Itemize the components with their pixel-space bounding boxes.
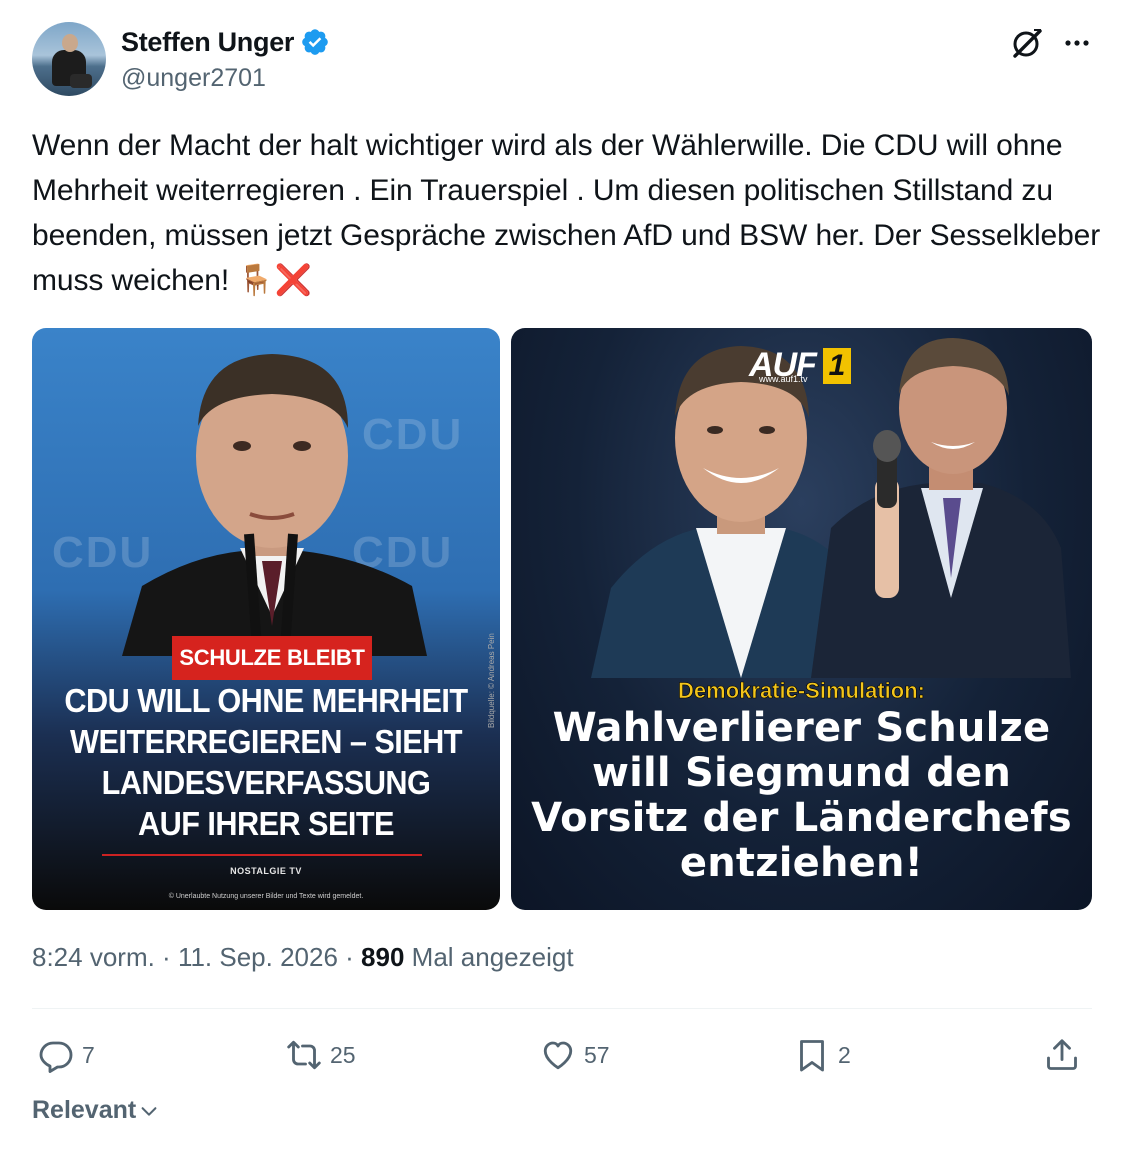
action-bar: 7 25 57 2 (32, 1030, 1092, 1080)
tweet-meta: 8:24 vorm. · 11. Sep. 2026 · 890 Mal ang… (32, 942, 574, 973)
views-label: Mal angezeigt (404, 942, 574, 972)
repost-button[interactable]: 25 (286, 1030, 356, 1080)
reply-count: 7 (82, 1041, 95, 1068)
bookmark-icon (800, 1040, 824, 1072)
bookmark-button[interactable]: 2 (794, 1030, 851, 1080)
photo-two-politicians (591, 338, 1071, 678)
avatar[interactable] (32, 22, 106, 96)
image-source-label: NOSTALGIE TV (230, 866, 302, 876)
media-image-right[interactable]: AUF 1 www.auf1.tv Demokratie-Simulation:… (511, 328, 1092, 910)
image-headline-line: WEITERREGIEREN – SIEHT (70, 723, 462, 760)
like-button[interactable]: 57 (540, 1030, 610, 1080)
image-headline: Wahlverlierer Schulze will Siegmund den … (511, 706, 1092, 886)
verified-badge-icon[interactable] (300, 27, 330, 57)
photo-politician-speaking (122, 354, 427, 656)
badge-label: SCHULZE BLEIBT (172, 636, 372, 680)
like-icon (543, 1041, 573, 1070)
avatar-figure-head (62, 34, 78, 52)
media-image-left[interactable]: CDU CDU CDU SCHULZE BLEIBT CDU WILL OHNE… (32, 328, 500, 910)
name-row: Steffen Unger (121, 26, 330, 58)
display-name[interactable]: Steffen Unger (121, 27, 294, 58)
image-headline-line: LANDESVERFASSUNG (101, 764, 431, 801)
meta-separator: · (337, 942, 362, 972)
image-divider (102, 854, 422, 856)
meta-separator: · (154, 942, 178, 972)
tweet-date[interactable]: 11. Sep. 2026 (178, 942, 338, 972)
image-headline-line: AUF IHRER SEITE (138, 805, 394, 842)
logo-number: 1 (823, 348, 851, 384)
image-headline-line: will Siegmund den (591, 750, 1012, 796)
chevron-down-icon (141, 1106, 157, 1116)
share-icon (1047, 1039, 1077, 1070)
image-headline-line: Vorsitz der Länderchefs (531, 795, 1072, 841)
tweet-time[interactable]: 8:24 vorm. (32, 942, 155, 972)
image-headline: CDU WILL OHNE MEHRHEIT WEITERREGIEREN – … (61, 680, 470, 844)
more-icon[interactable] (1060, 26, 1094, 60)
grok-icon[interactable] (1010, 26, 1044, 60)
image-copyright: © Unerlaubte Nutzung unserer Bilder und … (168, 893, 364, 900)
divider (32, 1008, 1092, 1009)
image-headline-line: entziehen! (679, 840, 924, 886)
repost-count: 25 (330, 1041, 356, 1068)
image-headline-line: CDU WILL OHNE MEHRHEIT (64, 682, 468, 719)
image-photo-credit: Bildquelle: © Andreas Pein (487, 633, 496, 728)
tweet-header: Steffen Unger @unger2701 (32, 22, 1092, 100)
like-count: 57 (584, 1041, 610, 1068)
image-kicker: Demokratie-Simulation: (678, 678, 926, 704)
image-headline-line: Wahlverlierer Schulze (552, 705, 1051, 751)
bookmark-count: 2 (838, 1041, 851, 1068)
sort-replies-dropdown[interactable]: Relevant (32, 1096, 160, 1125)
avatar-figure-leg (70, 74, 92, 88)
share-button[interactable] (1044, 1030, 1080, 1080)
logo-url: www.auf1.tv (759, 374, 808, 384)
repost-icon (287, 1040, 321, 1070)
tweet-text: Wenn der Macht der halt wichtiger wird a… (32, 129, 1109, 297)
views-count: 890 (361, 942, 405, 972)
user-handle[interactable]: @unger2701 (121, 64, 266, 93)
reply-icon (39, 1041, 73, 1073)
sort-label: Relevant (32, 1096, 137, 1124)
reply-button[interactable]: 7 (38, 1030, 95, 1080)
